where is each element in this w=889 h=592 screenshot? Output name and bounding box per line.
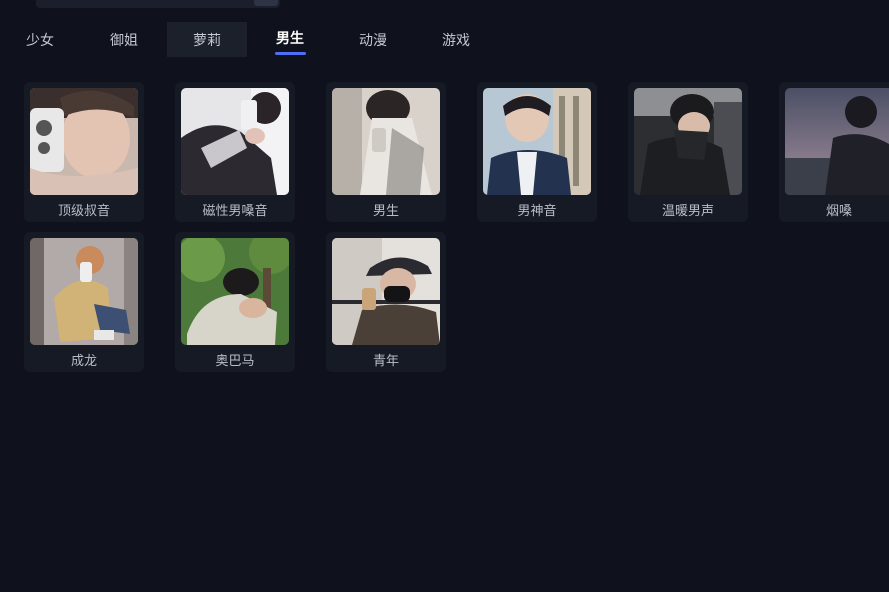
- voice-name: 烟嗓: [825, 204, 852, 219]
- voice-avatar: [785, 88, 889, 195]
- voice-card[interactable]: 成龙: [24, 232, 144, 372]
- voice-card[interactable]: 烟嗓: [779, 82, 889, 222]
- tab-label: 少女: [26, 32, 54, 49]
- tab-label: 男生: [276, 31, 304, 47]
- tab-label: 御姐: [110, 32, 138, 49]
- voice-avatar: [332, 88, 440, 195]
- voice-name: 顶级叔音: [57, 204, 110, 219]
- voice-avatar: [30, 238, 138, 345]
- voice-avatar: [483, 88, 591, 195]
- voice-name: 男神音: [517, 204, 557, 219]
- tab-label: 萝莉: [193, 32, 221, 49]
- tab-nansheng[interactable]: 男生: [250, 22, 330, 57]
- voice-card[interactable]: 男生: [326, 82, 446, 222]
- tab-luoli[interactable]: 萝莉: [167, 22, 247, 57]
- voice-avatar: [181, 238, 289, 345]
- voice-name: 男生: [372, 204, 399, 219]
- voice-avatar: [332, 238, 440, 345]
- voice-selector-page: 少女 御姐 萝莉 男生 动漫 游戏 顶级叔音 磁性男嗓音 男生 男神音 温暖男声…: [0, 0, 889, 592]
- voice-name: 青年: [372, 354, 399, 369]
- voice-card[interactable]: 奥巴马: [175, 232, 295, 372]
- voice-name: 成龙: [70, 354, 97, 369]
- voice-name: 磁性男嗓音: [202, 204, 268, 219]
- voice-avatar: [634, 88, 742, 195]
- tab-youxi[interactable]: 游戏: [416, 22, 496, 57]
- voice-name: 奥巴马: [215, 354, 255, 369]
- voice-card[interactable]: 青年: [326, 232, 446, 372]
- tab-label: 游戏: [442, 32, 470, 49]
- voice-card[interactable]: 磁性男嗓音: [175, 82, 295, 222]
- active-tab-indicator: [275, 52, 306, 55]
- category-tabs: 少女 御姐 萝莉 男生 动漫 游戏: [0, 22, 889, 58]
- tab-yujie[interactable]: 御姐: [84, 22, 164, 57]
- voice-card[interactable]: 温暖男声: [628, 82, 748, 222]
- search-icon[interactable]: [254, 0, 278, 6]
- voice-card[interactable]: 顶级叔音: [24, 82, 144, 222]
- voice-avatar: [181, 88, 289, 195]
- voice-name: 温暖男声: [661, 204, 714, 219]
- voice-card[interactable]: 男神音: [477, 82, 597, 222]
- voice-avatar: [30, 88, 138, 195]
- search-bar[interactable]: [36, 0, 280, 8]
- tab-dongman[interactable]: 动漫: [333, 22, 413, 57]
- tab-shaonv[interactable]: 少女: [0, 22, 80, 57]
- tab-label: 动漫: [359, 32, 387, 49]
